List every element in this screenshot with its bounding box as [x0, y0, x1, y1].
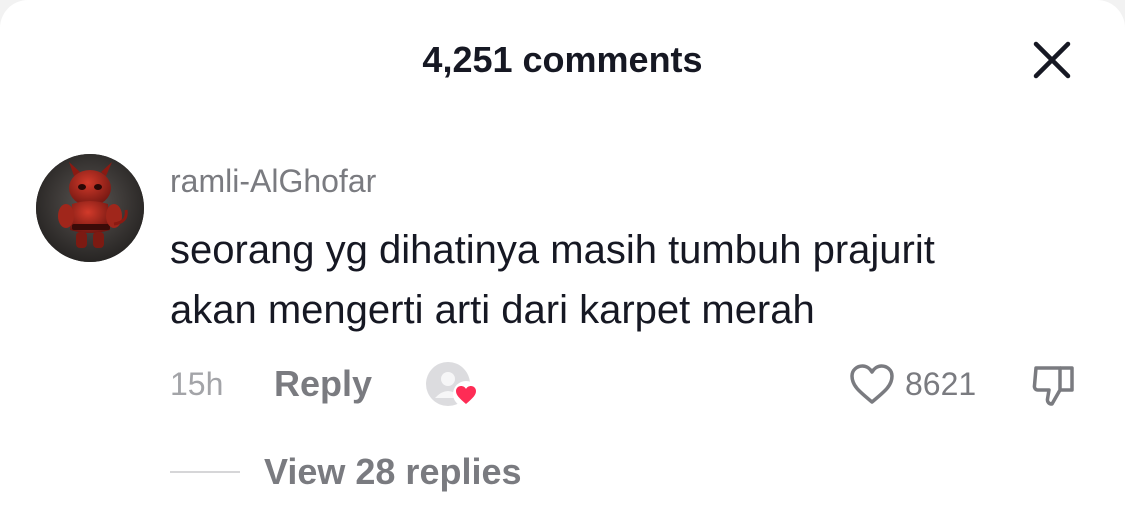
dislike-button[interactable]: [1030, 362, 1078, 408]
close-icon: [1033, 41, 1071, 79]
comment-text-line: akan mengerti arti dari karpet merah: [170, 288, 815, 332]
comments-sheet: 4,251 comments ramli-AlGhofar seorang yg…: [0, 0, 1125, 507]
comment-text: seorang yg dihatinya masih tumbuh prajur…: [170, 220, 1100, 340]
devil-avatar-image: [36, 154, 144, 262]
view-replies-button[interactable]: View 28 replies: [264, 450, 522, 494]
thumbs-down-icon: [1032, 366, 1074, 406]
reply-button[interactable]: Reply: [274, 362, 372, 406]
replies-divider: [170, 471, 240, 473]
heart-outline-icon: [850, 364, 894, 404]
comment-author-name[interactable]: ramli-AlGhofar: [170, 160, 376, 202]
close-button[interactable]: [1028, 36, 1076, 84]
like-button[interactable]: [848, 362, 896, 406]
avatar[interactable]: [36, 154, 144, 262]
comment-text-line: seorang yg dihatinya masih tumbuh prajur…: [170, 228, 935, 272]
comments-count-title: 4,251 comments: [422, 39, 703, 80]
like-count: 8621: [905, 366, 977, 402]
comment-timestamp: 15h: [170, 366, 224, 402]
creator-liked-badge: [424, 360, 484, 412]
creator-liked-heart-icon: [426, 362, 479, 407]
